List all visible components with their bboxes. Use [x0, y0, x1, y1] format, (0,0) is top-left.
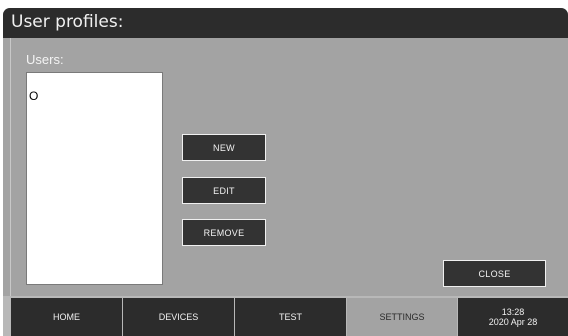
tab-test[interactable]: TEST — [235, 298, 346, 336]
clock-date: 2020 Apr 28 — [488, 317, 538, 327]
new-button[interactable]: NEW — [182, 134, 266, 161]
title-bar: User profiles: — [3, 8, 568, 38]
list-item[interactable]: O — [29, 89, 38, 103]
bottom-nav-bar: HOME DEVICES TEST SETTINGS 13:28 2020 Ap… — [3, 296, 568, 336]
remove-button[interactable]: REMOVE — [182, 219, 266, 246]
edit-button[interactable]: EDIT — [182, 177, 266, 204]
user-profiles-screen: User profiles: Users: O NEW EDIT REMOVE … — [3, 8, 568, 336]
app-window: User profiles: Users: O NEW EDIT REMOVE … — [0, 0, 568, 336]
clock-time: 13:28 — [501, 307, 525, 317]
users-label: Users: — [26, 52, 64, 67]
tab-home[interactable]: HOME — [11, 298, 122, 336]
close-button[interactable]: CLOSE — [443, 260, 546, 287]
users-listbox[interactable]: O — [26, 72, 163, 285]
content-panel: Users: O NEW EDIT REMOVE CLOSE — [10, 38, 568, 296]
tab-devices[interactable]: DEVICES — [123, 298, 234, 336]
page-title: User profiles: — [11, 12, 124, 32]
clock-display: 13:28 2020 Apr 28 — [458, 298, 568, 336]
tab-settings[interactable]: SETTINGS — [347, 298, 457, 336]
